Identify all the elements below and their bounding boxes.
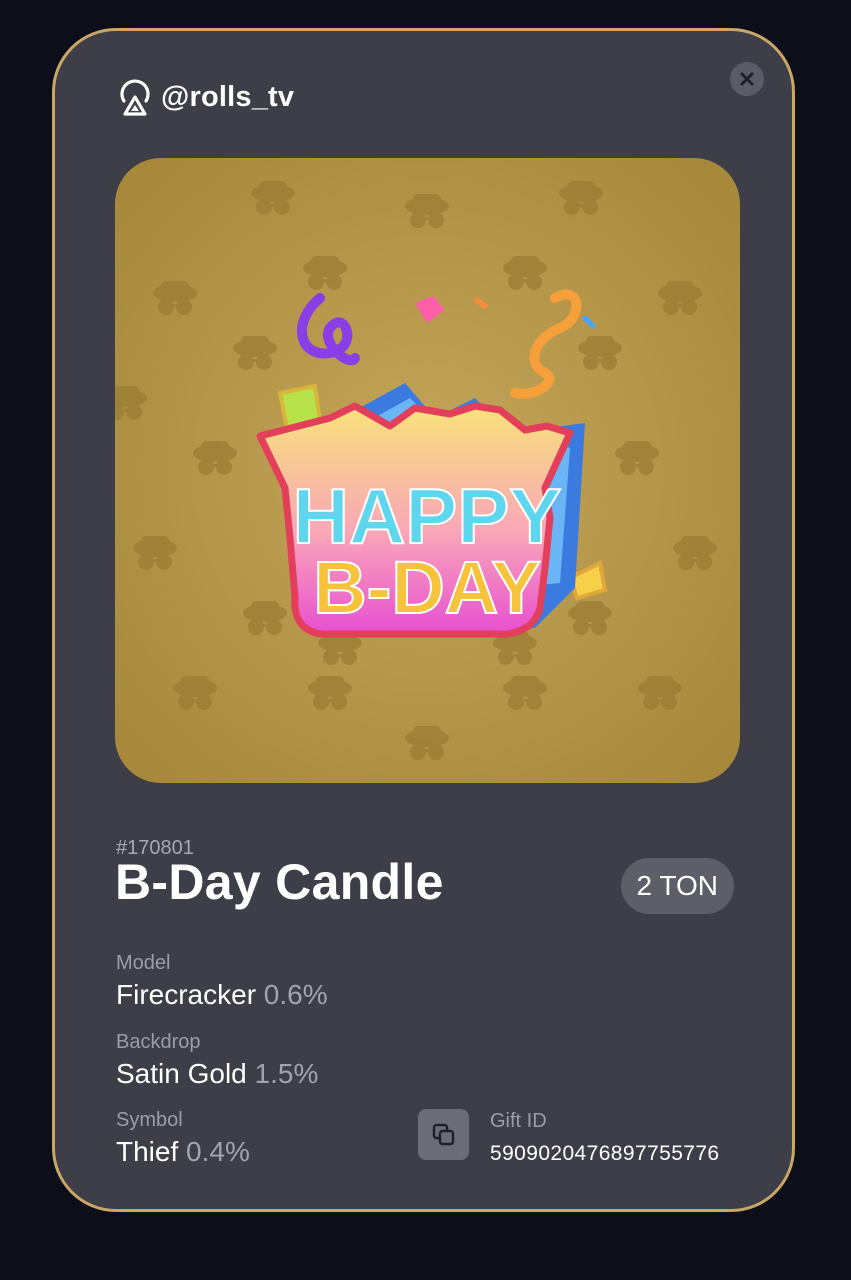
attribute-label: Symbol bbox=[116, 1109, 183, 1131]
gift-image: HAPPY B-DAY bbox=[115, 158, 740, 783]
gift-id: Gift ID 5909020476897755776 bbox=[490, 1109, 720, 1167]
badge-text-bday: B-DAY bbox=[313, 546, 541, 629]
attribute-value: Firecracker bbox=[116, 979, 257, 1010]
gift-card: @rolls_tv HAPPY B-DAY #170801 B-Day Cand… bbox=[52, 28, 795, 1212]
copy-gift-id-button[interactable] bbox=[418, 1109, 469, 1160]
attribute-rarity: 0.4% bbox=[186, 1136, 250, 1167]
attribute-label: Model bbox=[116, 952, 171, 974]
attribute-model: Model Firecracker 0.6% bbox=[116, 951, 328, 1012]
card-header: @rolls_tv bbox=[117, 77, 294, 117]
attribute-backdrop: Backdrop Satin Gold 1.5% bbox=[116, 1030, 318, 1091]
signal-triangle-icon bbox=[120, 79, 150, 116]
price-badge[interactable]: 2 TON bbox=[620, 858, 734, 914]
attribute-rarity: 1.5% bbox=[254, 1058, 319, 1089]
gift-artwork: HAPPY B-DAY bbox=[115, 158, 740, 783]
channel-handle[interactable]: @rolls_tv bbox=[161, 81, 294, 114]
close-button[interactable] bbox=[730, 62, 764, 96]
attribute-value: Satin Gold bbox=[116, 1058, 247, 1089]
close-icon bbox=[740, 72, 754, 86]
gift-id-value[interactable]: 5909020476897755776 bbox=[490, 1141, 720, 1167]
attribute-label: Backdrop bbox=[116, 1031, 201, 1053]
attribute-value: Thief bbox=[116, 1136, 179, 1167]
copy-icon bbox=[432, 1123, 454, 1145]
gift-id-label: Gift ID bbox=[490, 1110, 547, 1132]
attribute-symbol: Symbol Thief 0.4% bbox=[116, 1108, 250, 1169]
gift-title: B-Day Candle bbox=[115, 854, 444, 910]
attribute-rarity: 0.6% bbox=[263, 979, 328, 1010]
